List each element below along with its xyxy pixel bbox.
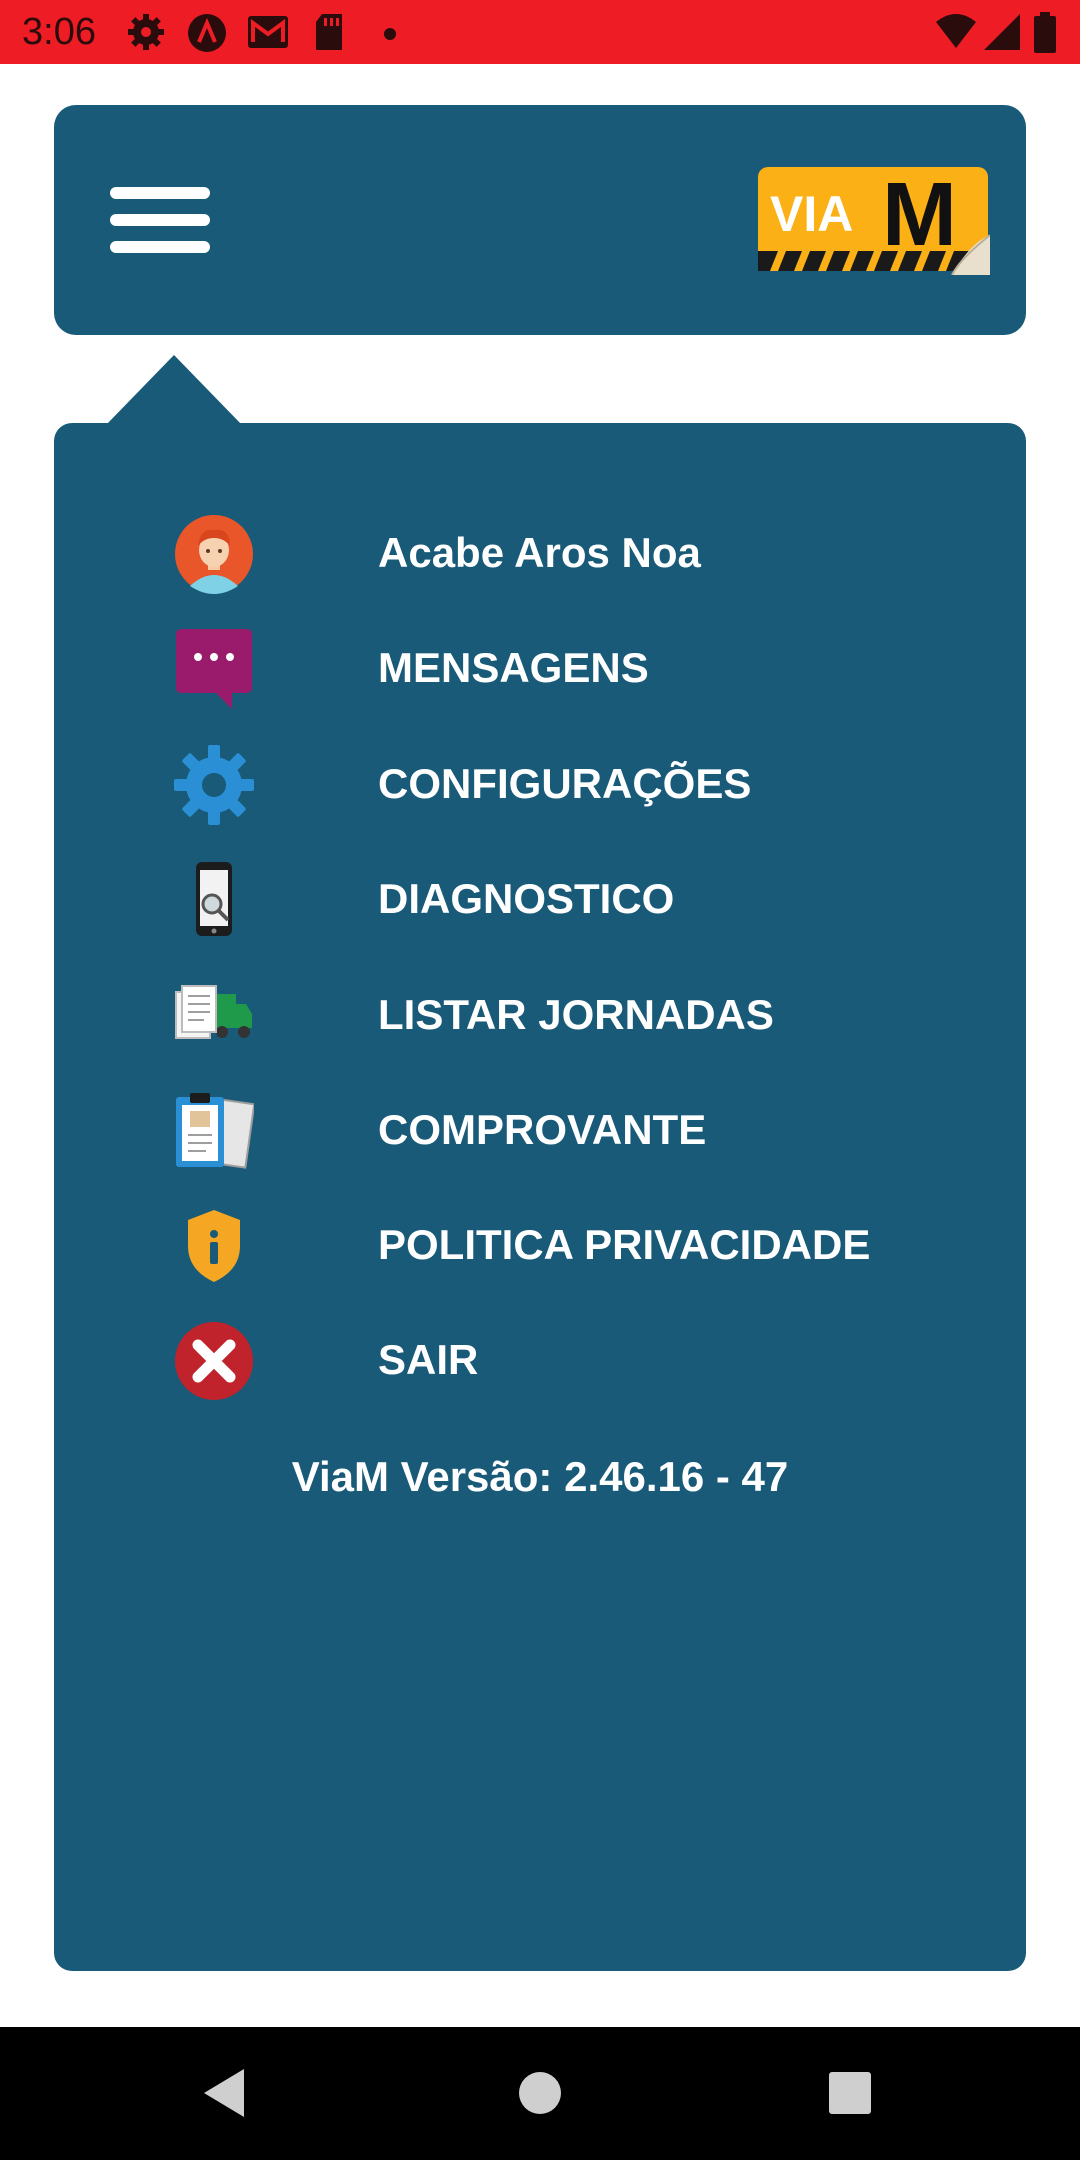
shield-info-icon (188, 1210, 240, 1282)
status-bar: 3:06 (0, 0, 1080, 64)
logo-m-text: M (882, 165, 957, 265)
hamburger-menu-icon[interactable] (110, 185, 210, 255)
menu-item-label: POLITICA PRIVACIDADE (378, 1221, 871, 1268)
sd-card-icon (316, 14, 342, 50)
truck-documents-icon (175, 985, 252, 1039)
menu-item-mensagens[interactable]: MENSAGENS (174, 623, 974, 713)
menu-item-configuracoes[interactable]: CONFIGURAÇÕES (174, 739, 974, 829)
chat-bubble-icon (176, 629, 252, 709)
back-icon[interactable] (196, 2063, 256, 2123)
home-icon[interactable] (510, 2063, 570, 2123)
exit-x-icon (175, 1322, 253, 1400)
recents-icon[interactable] (820, 2063, 880, 2123)
app-header: VIA M (54, 105, 1026, 335)
menu-item-label: DIAGNOSTICO (378, 875, 675, 922)
wifi-icon (936, 14, 976, 48)
user-avatar-icon (175, 515, 253, 594)
logo-via-text: VIA (770, 186, 853, 242)
menu-item-label: SAIR (378, 1336, 479, 1383)
menu-pointer (106, 355, 242, 425)
menu-item-label: LISTAR JORNADAS (378, 991, 774, 1038)
status-time: 3:06 (22, 11, 96, 53)
cell-signal-icon (984, 14, 1020, 50)
menu-item-sair[interactable]: SAIR (174, 1315, 974, 1405)
notification-dot (384, 28, 396, 40)
gmail-icon (248, 16, 288, 48)
alert-icon (188, 14, 226, 52)
menu-item-label: Acabe Aros Noa (378, 529, 701, 576)
menu-item-label: MENSAGENS (378, 644, 649, 691)
clipboard-icon (176, 1093, 254, 1169)
gear-icon (174, 745, 254, 825)
menu-item-label: CONFIGURAÇÕES (378, 760, 752, 807)
viam-logo: VIA M (758, 165, 990, 275)
menu-item-profile[interactable]: Acabe Aros Noa (174, 508, 974, 598)
menu-item-diagnostico[interactable]: DIAGNOSTICO (174, 854, 974, 944)
settings-icon (128, 14, 164, 50)
app-version: ViaM Versão: 2.46.16 - 47 (291, 1453, 789, 1500)
side-menu: Acabe Aros Noa MENSAGENS CONFIGURAÇÕES D… (54, 423, 1026, 1971)
menu-item-comprovante[interactable]: COMPROVANTE (174, 1085, 974, 1175)
menu-item-listar-jornadas[interactable]: LISTAR JORNADAS (174, 970, 974, 1060)
system-nav-bar (0, 2027, 1080, 2160)
menu-item-label: COMPROVANTE (378, 1106, 707, 1153)
phone-search-icon (196, 862, 232, 936)
battery-icon (1034, 12, 1056, 53)
menu-item-politica-privacidade[interactable]: POLITICA PRIVACIDADE (174, 1200, 974, 1290)
